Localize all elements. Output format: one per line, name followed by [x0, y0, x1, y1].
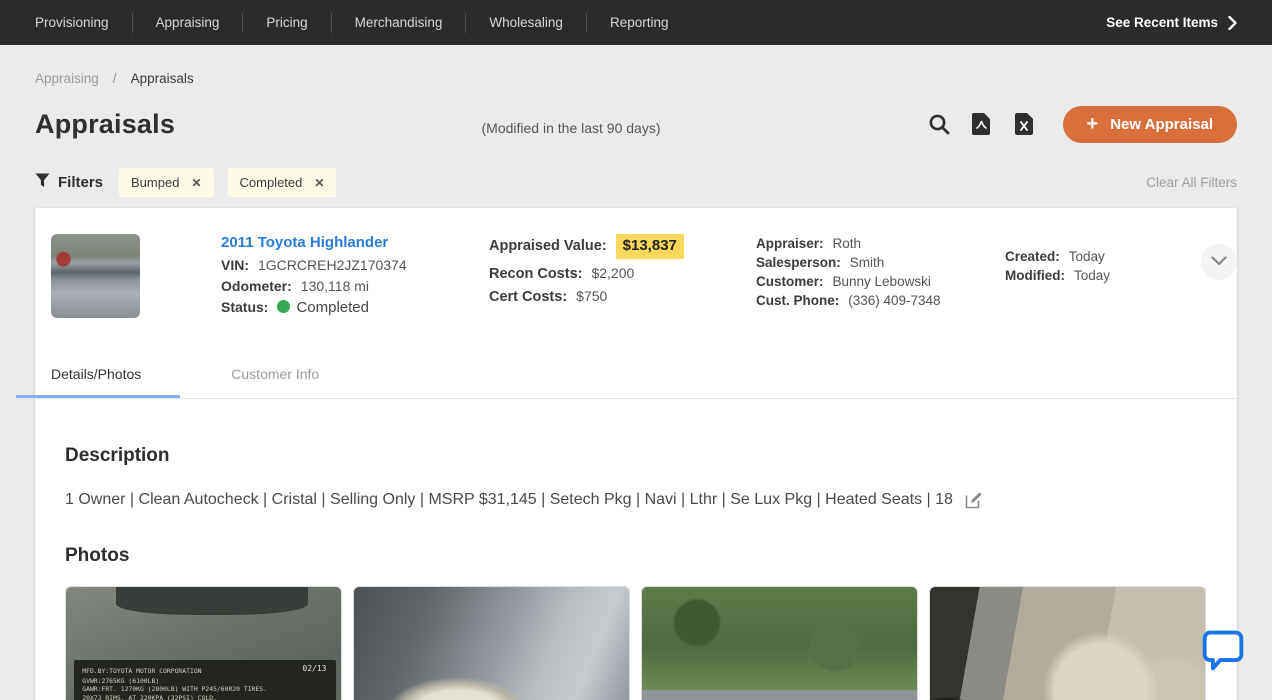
filter-funnel-icon	[35, 173, 50, 192]
dates-column: Created:Today Modified:Today	[1005, 234, 1201, 318]
chip-label: Bumped	[131, 175, 179, 190]
top-nav: Provisioning Appraising Pricing Merchand…	[0, 0, 1272, 45]
appraisal-card: 2011 Toyota Highlander VIN: 1GCRCREH2JZ17…	[35, 208, 1237, 700]
photo-strip: 02/13 MFD.BY:TOYOTA MOTOR CORPORATION GV…	[65, 586, 1207, 700]
search-icon[interactable]	[926, 111, 952, 137]
breadcrumb-appraisals: Appraisals	[131, 71, 194, 86]
vehicle-thumbnail-cell	[51, 234, 221, 318]
customer-label: Customer:	[756, 272, 824, 291]
nav-item-reporting[interactable]: Reporting	[587, 15, 692, 30]
photo-interior[interactable]	[929, 586, 1206, 700]
cert-costs-value: $750	[576, 285, 607, 307]
nav-item-appraising[interactable]: Appraising	[133, 15, 243, 30]
appraiser-label: Appraiser:	[756, 234, 824, 253]
filters-label: Filters	[35, 173, 103, 192]
cert-costs-label: Cert Costs:	[489, 286, 567, 308]
tab-details-photos[interactable]: Details/Photos	[16, 354, 180, 398]
vin-label: VIN:	[221, 255, 249, 276]
filter-chips: Bumped ✕ Completed ✕	[119, 168, 336, 197]
details-panel: Description 1 Owner | Clean Autocheck | …	[35, 399, 1237, 700]
breadcrumb: Appraising / Appraisals	[0, 45, 1272, 86]
status-value: Completed	[277, 297, 369, 318]
created-value: Today	[1069, 247, 1105, 266]
photo-windshield[interactable]	[641, 586, 918, 700]
nav-item-pricing[interactable]: Pricing	[243, 15, 330, 30]
export-pdf-icon[interactable]	[969, 111, 995, 137]
chat-widget-button[interactable]	[1201, 628, 1245, 672]
odometer-value: 130,118 mi	[301, 276, 369, 297]
cust-phone-value: (336) 409-7348	[848, 291, 940, 310]
vehicle-thumbnail[interactable]	[51, 234, 140, 318]
breadcrumb-separator: /	[113, 71, 117, 86]
sticker-date: 02/13	[302, 665, 326, 674]
vin-value: 1GCRCREH2JZ170374	[258, 255, 407, 276]
status-label: Status:	[221, 297, 268, 318]
recon-costs-label: Recon Costs:	[489, 263, 582, 285]
odometer-label: Odometer:	[221, 276, 292, 297]
vehicle-title-link[interactable]: 2011 Toyota Highlander	[221, 234, 489, 251]
created-label: Created:	[1005, 247, 1060, 266]
people-column: Appraiser: Roth Salesperson: Smith Custome…	[756, 234, 1005, 318]
appraised-value: $13,837	[616, 234, 684, 259]
edit-description-icon[interactable]	[965, 492, 982, 509]
new-appraisal-button[interactable]: + New Appraisal	[1063, 106, 1238, 143]
modified-value: Today	[1074, 266, 1110, 285]
status-dot-green	[277, 300, 290, 313]
new-appraisal-label: New Appraisal	[1110, 116, 1213, 133]
expand-cell	[1201, 234, 1241, 318]
filters-text: Filters	[58, 174, 103, 191]
nav-item-wholesaling[interactable]: Wholesaling	[466, 15, 586, 30]
salesperson-value: Smith	[850, 253, 885, 272]
header-actions: + New Appraisal	[926, 106, 1238, 143]
description-text: 1 Owner | Clean Autocheck | Cristal | Se…	[65, 491, 953, 509]
chat-bubble-icon	[1201, 628, 1245, 672]
filter-chip-bumped[interactable]: Bumped ✕	[119, 168, 213, 197]
nav-item-provisioning[interactable]: Provisioning	[35, 15, 132, 30]
recon-costs-value: $2,200	[591, 262, 634, 284]
appraised-value-label: Appraised Value:	[489, 235, 607, 257]
chevron-right-icon	[1228, 16, 1237, 30]
photo-detail	[116, 587, 309, 615]
close-icon[interactable]: ✕	[191, 176, 201, 190]
chip-label: Completed	[240, 175, 303, 190]
photos-heading: Photos	[65, 545, 1207, 567]
chevron-down-icon	[1211, 253, 1227, 271]
filters-row: Filters Bumped ✕ Completed ✕ Clear All F…	[0, 144, 1272, 197]
see-recent-items-label: See Recent Items	[1106, 15, 1218, 30]
modified-label: Modified:	[1005, 266, 1065, 285]
tab-customer-info[interactable]: Customer Info	[231, 354, 319, 398]
photo-headlight[interactable]	[353, 586, 630, 700]
page-header: Appraisals (Modified in the last 90 days…	[0, 86, 1272, 144]
clear-all-filters-link[interactable]: Clear All Filters	[1146, 175, 1237, 190]
nav-item-merchandising[interactable]: Merchandising	[332, 15, 466, 30]
vehicle-summary-row: 2011 Toyota Highlander VIN: 1GCRCREH2JZ17…	[35, 208, 1237, 348]
appraiser-value: Roth	[833, 234, 862, 253]
export-excel-icon[interactable]	[1012, 111, 1038, 137]
detail-tabs: Details/Photos Customer Info	[35, 354, 1237, 399]
close-icon[interactable]: ✕	[314, 176, 324, 190]
page-subtitle: (Modified in the last 90 days)	[482, 120, 661, 136]
collapse-row-button[interactable]	[1201, 244, 1237, 280]
description-heading: Description	[65, 445, 1207, 467]
salesperson-label: Salesperson:	[756, 253, 841, 272]
vehicle-info-column: 2011 Toyota Highlander VIN: 1GCRCREH2JZ17…	[221, 234, 489, 318]
breadcrumb-appraising[interactable]: Appraising	[35, 71, 99, 86]
values-column: Appraised Value: $13,837 Recon Costs: $2,2…	[489, 234, 756, 318]
customer-value: Bunny Lebowski	[833, 272, 931, 291]
see-recent-items-link[interactable]: See Recent Items	[1106, 15, 1237, 30]
plus-icon: +	[1087, 114, 1099, 134]
filter-chip-completed[interactable]: Completed ✕	[228, 168, 337, 197]
page-title: Appraisals	[35, 109, 175, 140]
cust-phone-label: Cust. Phone:	[756, 291, 839, 310]
photo-door-jamb-sticker[interactable]: 02/13 MFD.BY:TOYOTA MOTOR CORPORATION GV…	[65, 586, 342, 700]
sticker-label: 02/13 MFD.BY:TOYOTA MOTOR CORPORATION GV…	[74, 660, 335, 700]
